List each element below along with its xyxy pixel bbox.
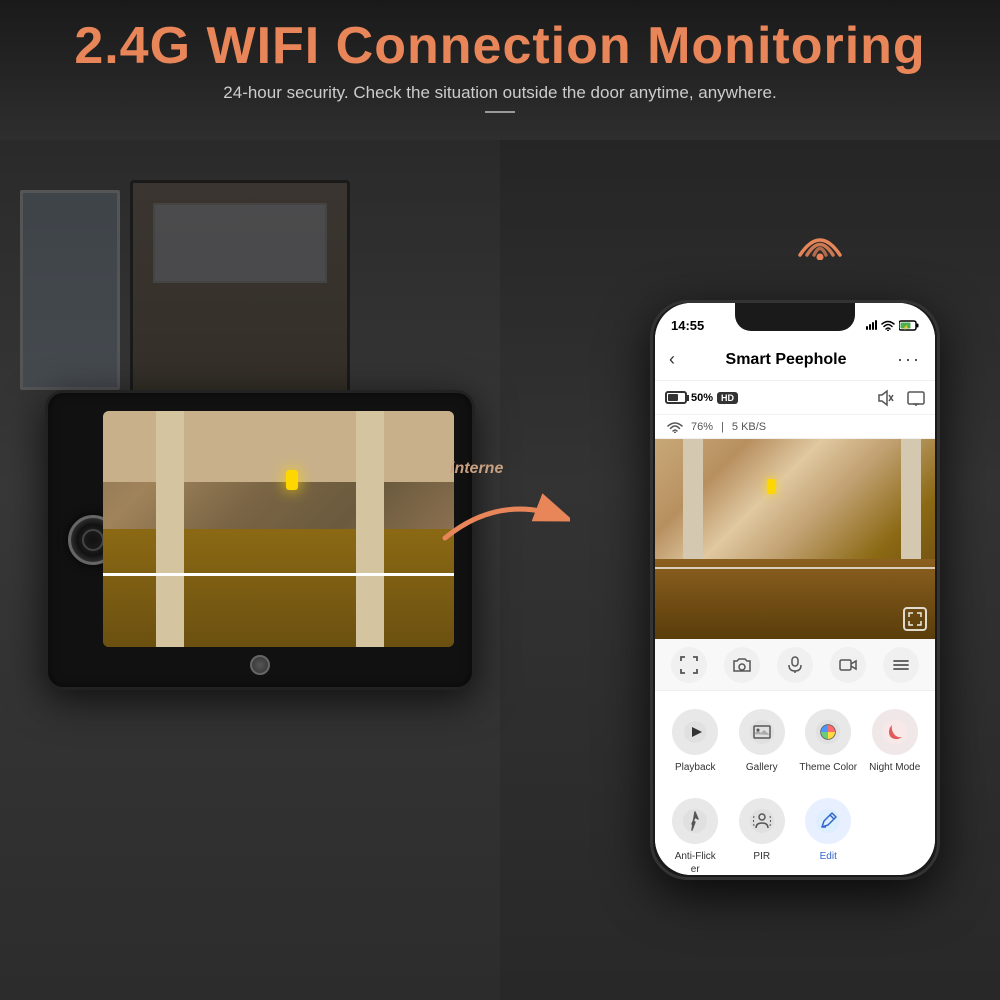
feature-pir[interactable]: PIR — [730, 792, 795, 875]
divider — [485, 111, 515, 113]
edit-label: Edit — [820, 850, 837, 863]
porch-column-left — [156, 411, 184, 647]
network-speed: 5 KB/S — [732, 421, 766, 433]
wifi-percentage: 76% — [691, 421, 713, 433]
pir-icon — [749, 808, 775, 834]
device-screen — [103, 411, 454, 647]
hd-badge: HD — [717, 392, 738, 404]
expand-arrows — [908, 612, 922, 626]
theme-color-icon — [815, 719, 841, 745]
playback-icon-circle — [672, 709, 718, 755]
app-title: Smart Peephole — [675, 351, 897, 369]
battery-percentage: 50% — [691, 392, 713, 404]
wall-window — [20, 190, 120, 390]
wifi-signal-svg — [795, 220, 845, 260]
svg-text:⚡: ⚡ — [903, 324, 909, 331]
camera-controls-bar: 50% HD — [655, 381, 935, 415]
porch-scene-display — [103, 411, 454, 647]
night-mode-label: Night Mode — [869, 761, 920, 774]
cam-porch-light — [767, 479, 775, 494]
feature-theme-color[interactable]: Theme Color — [796, 703, 861, 780]
main-title: 2.4G WIFI Connection Monitoring — [0, 18, 1000, 75]
feature-playback[interactable]: Playback — [663, 703, 728, 780]
snapshot-button[interactable] — [724, 647, 760, 683]
internet-label: interne — [450, 460, 570, 478]
more-button[interactable]: ··· — [897, 349, 921, 370]
cam-porch-scene — [655, 439, 935, 639]
battery-box — [665, 391, 687, 404]
phone-screen: 14:55 — [655, 303, 935, 875]
battery-status-icon: ⚡ — [899, 320, 919, 331]
record-icon — [839, 656, 857, 674]
sig-bar-4 — [875, 320, 877, 330]
feature-grid-2: Anti-Flicker PIR — [655, 788, 935, 875]
wifi-signal-indicator — [795, 220, 845, 260]
gallery-label: Gallery — [746, 761, 778, 774]
screen-icon[interactable] — [907, 389, 925, 407]
feature-grid-1: Playback Gallery — [655, 691, 935, 788]
pir-icon-circle — [739, 798, 785, 844]
feature-gallery[interactable]: Gallery — [730, 703, 795, 780]
status-time: 14:55 — [671, 318, 704, 333]
cam-right-icons — [877, 389, 925, 407]
wifi-bar-icon — [667, 421, 683, 433]
microphone-button[interactable] — [777, 647, 813, 683]
device-button[interactable] — [250, 655, 270, 675]
menu-icon — [892, 656, 910, 674]
status-icons: ⚡ — [866, 320, 919, 331]
signal-bars-icon — [866, 320, 877, 330]
anti-flicker-label: Anti-Flicker — [675, 850, 716, 875]
feature-night-mode[interactable]: Night Mode — [863, 703, 928, 780]
night-icon-circle — [872, 709, 918, 755]
control-strip — [655, 639, 935, 691]
edit-icon-circle — [805, 798, 851, 844]
battery-indicator: 50% HD — [665, 391, 738, 404]
sig-bar-3 — [872, 322, 874, 330]
feature-anti-flicker[interactable]: Anti-Flicker — [663, 792, 728, 875]
expand-icon[interactable] — [903, 607, 927, 631]
wifi-status-bar: 76% | 5 KB/S — [655, 415, 935, 439]
fullscreen-icon — [680, 656, 698, 674]
wifi-status-icon — [881, 320, 895, 331]
theme-icon-circle — [805, 709, 851, 755]
feature-empty — [863, 792, 928, 875]
cam-railing — [655, 567, 935, 569]
edit-icon — [815, 808, 841, 834]
phone-notch — [735, 303, 855, 331]
menu-button[interactable] — [883, 647, 919, 683]
camera-inner-lens — [82, 529, 104, 551]
arrow-icon — [440, 483, 570, 553]
gallery-icon-circle — [739, 709, 785, 755]
porch-column-right — [356, 411, 384, 647]
camera-icon — [733, 656, 751, 674]
fullscreen-button[interactable] — [671, 647, 707, 683]
battery-fill — [668, 394, 678, 401]
camera-view — [655, 439, 935, 639]
sig-bar-1 — [866, 326, 868, 330]
header-section: 2.4G WIFI Connection Monitoring 24-hour … — [0, 0, 1000, 140]
gallery-icon — [749, 719, 775, 745]
pir-label: PIR — [753, 850, 770, 863]
porch-railing — [103, 573, 454, 576]
door-window — [153, 203, 327, 283]
sig-bar-2 — [869, 324, 871, 330]
play-icon — [683, 720, 707, 744]
feature-edit[interactable]: Edit — [796, 792, 861, 875]
mute-icon[interactable] — [877, 389, 895, 407]
smartphone: 14:55 — [650, 300, 940, 880]
porch-light — [286, 470, 298, 490]
night-mode-icon — [882, 719, 908, 745]
app-header: ‹ Smart Peephole ··· — [655, 339, 935, 381]
microphone-icon — [786, 656, 804, 674]
theme-color-label: Theme Color — [799, 761, 857, 774]
sub-title: 24-hour security. Check the situation ou… — [0, 83, 1000, 103]
cam-floor — [655, 559, 935, 639]
wifi-separator: | — [721, 421, 724, 433]
anti-flicker-icon-circle — [672, 798, 718, 844]
playback-label: Playback — [675, 761, 716, 774]
internet-arrow-area: interne — [440, 460, 570, 558]
anti-flicker-icon — [682, 808, 708, 834]
device-monitor — [45, 390, 475, 690]
record-button[interactable] — [830, 647, 866, 683]
